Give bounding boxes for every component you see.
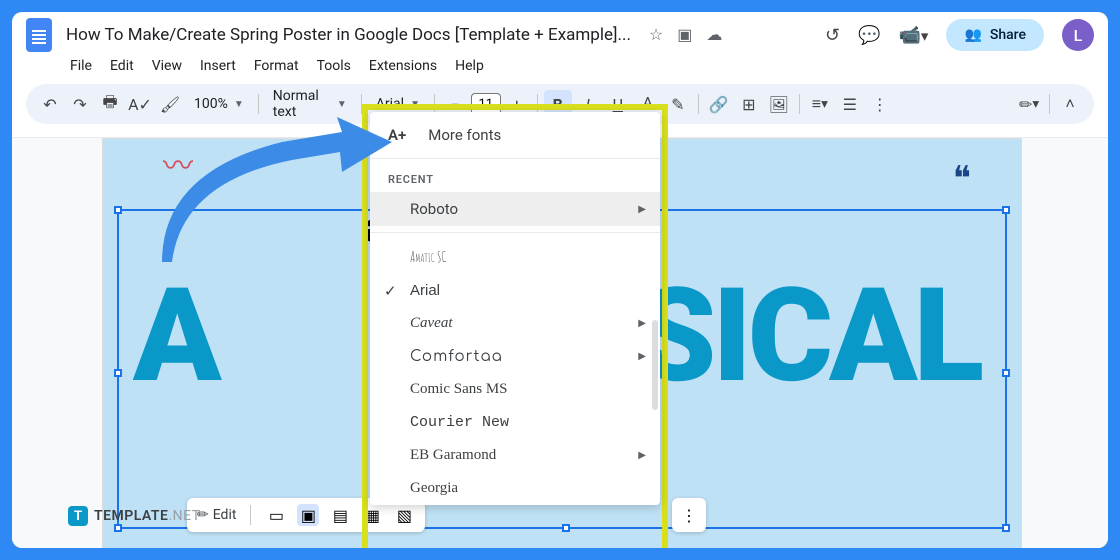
undo-icon[interactable]: ↶ (36, 90, 64, 118)
document-title[interactable]: How To Make/Create Spring Poster in Goog… (62, 23, 635, 47)
lock-icon: 👥 (964, 27, 981, 43)
wrap-break-icon[interactable]: ▤ (329, 504, 351, 526)
more-fonts-item[interactable]: A+ More fonts (370, 112, 660, 159)
account-avatar[interactable]: L (1062, 19, 1094, 51)
titlebar: How To Make/Create Spring Poster in Goog… (12, 12, 1108, 54)
history-icon[interactable]: ↺ (825, 25, 840, 46)
recent-section-label: RECENT (370, 159, 660, 192)
resize-handle[interactable] (1002, 206, 1010, 214)
wrap-front-icon[interactable]: ▧ (393, 504, 415, 526)
wrap-inline-icon[interactable]: ▭ (265, 504, 287, 526)
menu-view[interactable]: View (144, 54, 190, 78)
font-item-caveat[interactable]: Caveat▶ (370, 307, 660, 340)
annotation-arrow-icon (142, 112, 402, 282)
more-icon[interactable]: ⋮ (866, 90, 894, 118)
wrap-behind-icon[interactable]: ▦ (361, 504, 383, 526)
more-fonts-label: More fonts (428, 126, 501, 144)
image-icon[interactable]: 🖼 (765, 90, 793, 118)
menu-edit[interactable]: Edit (102, 54, 142, 78)
font-item-comfortaa[interactable]: Comfortaa▶ (370, 340, 660, 373)
font-item-comicsans[interactable]: Comic Sans MS (370, 373, 660, 406)
font-item-roboto[interactable]: Roboto▶ (370, 192, 660, 226)
more-options-icon[interactable]: ⋮ (678, 504, 700, 526)
font-item-ebgaramond[interactable]: EB Garamond▶ (370, 439, 660, 472)
share-label: Share (990, 27, 1026, 43)
resize-handle[interactable] (1002, 369, 1010, 377)
highlight-button[interactable]: ✎ (664, 90, 692, 118)
meet-icon[interactable]: 📹▾ (898, 25, 928, 46)
share-button[interactable]: 👥 Share (946, 19, 1044, 51)
decor-shape: ❝ (953, 159, 971, 199)
font-item-arial[interactable]: ✓Arial (370, 274, 660, 307)
align-button[interactable]: ≡▾ (806, 90, 834, 118)
font-item-courier[interactable]: Courier New (370, 406, 660, 439)
editing-mode-button[interactable]: ✏ ▾ (1015, 90, 1043, 118)
watermark-icon: T (68, 506, 88, 526)
edit-button[interactable]: ✏ Edit (197, 507, 236, 523)
resize-handle[interactable] (114, 369, 122, 377)
menu-help[interactable]: Help (447, 54, 492, 78)
menu-insert[interactable]: Insert (192, 54, 244, 78)
link-icon[interactable]: 🔗 (705, 90, 733, 118)
resize-handle[interactable] (562, 524, 570, 532)
comment-icon[interactable]: ⊞ (735, 90, 763, 118)
menu-extensions[interactable]: Extensions (361, 54, 445, 78)
menu-tools[interactable]: Tools (309, 54, 359, 78)
font-item-amatic[interactable]: Amatic SC (370, 239, 660, 274)
menu-file[interactable]: File (62, 54, 100, 78)
line-spacing-button[interactable]: ☰ (836, 90, 864, 118)
collapse-icon[interactable]: ˄ (1056, 90, 1084, 118)
comments-icon[interactable]: 💬 (858, 25, 880, 46)
resize-handle[interactable] (1002, 524, 1010, 532)
menubar: File Edit View Insert Format Tools Exten… (12, 54, 1108, 84)
watermark: T TEMPLATE.NET (68, 506, 201, 526)
floating-more: ⋮ (672, 498, 706, 532)
menu-format[interactable]: Format (246, 54, 307, 78)
redo-icon[interactable]: ↷ (66, 90, 94, 118)
font-dropdown-menu: A+ More fonts RECENT Roboto▶ Amatic SC ✓… (370, 112, 660, 505)
move-icon[interactable]: ▣ (677, 25, 692, 44)
app-window: How To Make/Create Spring Poster in Goog… (12, 12, 1108, 548)
resize-handle[interactable] (114, 206, 122, 214)
print-icon[interactable]: 🖶 (96, 90, 124, 118)
star-icon[interactable]: ☆ (649, 25, 663, 44)
dropdown-scrollbar[interactable] (652, 320, 658, 410)
music-note-icon: ♫ (964, 545, 991, 548)
cloud-status-icon[interactable]: ☁ (706, 25, 722, 44)
docs-logo-icon[interactable] (26, 18, 52, 52)
wrap-text-icon[interactable]: ▣ (297, 504, 319, 526)
font-item-georgia[interactable]: Georgia (370, 472, 660, 505)
